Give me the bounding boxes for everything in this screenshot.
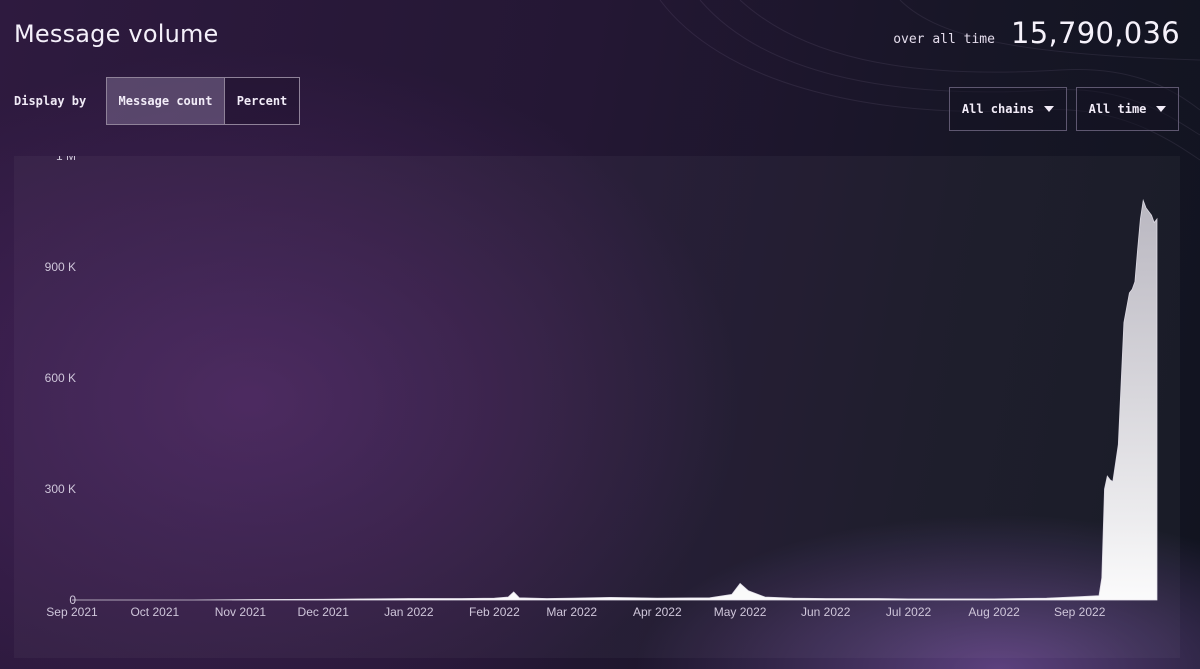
x-tick-label: Jun 2022 [801,605,851,619]
total-summary: over all time 15,790,036 [893,16,1180,50]
x-tick-label: May 2022 [714,605,767,619]
message-volume-area [72,198,1158,601]
y-tick-label: 1 M [56,156,76,163]
total-value: 15,790,036 [1010,16,1180,50]
x-tick-label: Jul 2022 [886,605,932,619]
x-tick-label: Sep 2021 [46,605,98,619]
x-tick-label: Jan 2022 [384,605,434,619]
y-tick-label: 600 K [45,371,76,385]
caret-down-icon [1156,106,1167,112]
percent-button[interactable]: Percent [225,78,299,124]
total-caption: over all time [893,32,995,47]
x-tick-label: Oct 2021 [130,605,179,619]
caret-down-icon [1044,106,1055,112]
display-toggle: Message count Percent [106,77,300,125]
time-dropdown-label: All time [1088,102,1147,116]
x-tick-label: Nov 2021 [215,605,267,619]
x-tick-label: Mar 2022 [546,605,597,619]
x-tick-label: Apr 2022 [633,605,682,619]
y-tick-label: 900 K [45,260,76,274]
x-tick-label: Feb 2022 [469,605,520,619]
message-count-button[interactable]: Message count [107,78,225,124]
time-dropdown[interactable]: All time [1076,87,1179,131]
y-tick-label: 300 K [45,482,76,496]
page-title: Message volume [14,20,219,48]
display-by-label: Display by [14,94,87,108]
x-tick-label: Sep 2022 [1054,605,1106,619]
chart-panel: 0 300 K 600 K 900 K1 M Sep 2021 Oct 2021 Nov 2… [14,156,1180,658]
x-tick-label: Dec 2021 [298,605,350,619]
message-volume-chart: 0300 K600 K900 K1 MSep 2021 Oct 2021 Nov 2… [45,156,1158,619]
chains-dropdown[interactable]: All chains [949,87,1067,131]
chains-dropdown-label: All chains [961,102,1035,116]
x-tick-label: Aug 2022 [968,605,1020,619]
